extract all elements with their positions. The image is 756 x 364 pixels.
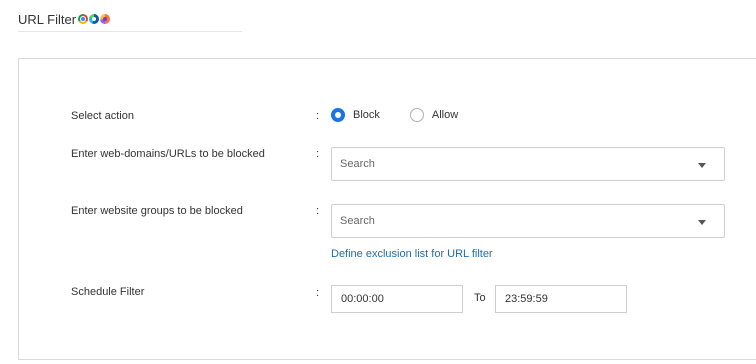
exclusion-list-link[interactable]: Define exclusion list for URL filter [331, 248, 493, 260]
domains-placeholder: Search [340, 158, 375, 170]
firefox-icon [100, 14, 111, 24]
radio-block-circle[interactable] [331, 108, 345, 122]
domains-label: Enter web-domains/URLs to be blocked [71, 148, 265, 160]
groups-colon: : [316, 205, 320, 217]
radio-allow[interactable]: Allow [409, 108, 459, 122]
schedule-to-label: To [474, 292, 486, 304]
page-header: URL Filter [18, 8, 111, 30]
edge-icon [89, 14, 100, 24]
chevron-down-icon[interactable] [698, 220, 706, 225]
schedule-colon: : [316, 287, 320, 299]
page-title: URL Filter [18, 11, 77, 27]
radio-block-label: Block [353, 109, 380, 121]
radio-block[interactable]: Block [331, 108, 380, 122]
domains-select[interactable]: Search [331, 147, 725, 181]
schedule-label: Schedule Filter [71, 286, 145, 298]
groups-placeholder: Search [340, 215, 375, 227]
browser-icons [78, 14, 111, 24]
domains-colon: : [316, 148, 320, 160]
chrome-icon [78, 14, 89, 24]
groups-select[interactable]: Search [331, 204, 725, 238]
select-action-colon: : [316, 110, 320, 122]
chevron-down-icon[interactable] [698, 163, 706, 168]
schedule-from-input[interactable]: 00:00:00 [331, 285, 463, 313]
header-divider [18, 31, 242, 32]
url-filter-panel: Select action : Block Allow Enter web-do… [18, 58, 756, 360]
select-action-label: Select action [71, 110, 134, 122]
radio-allow-circle[interactable] [409, 108, 424, 122]
schedule-to-input[interactable]: 23:59:59 [495, 285, 627, 313]
action-radio-group: Block Allow [331, 108, 458, 122]
groups-label: Enter website groups to be blocked [71, 205, 243, 217]
radio-allow-label: Allow [431, 109, 459, 121]
